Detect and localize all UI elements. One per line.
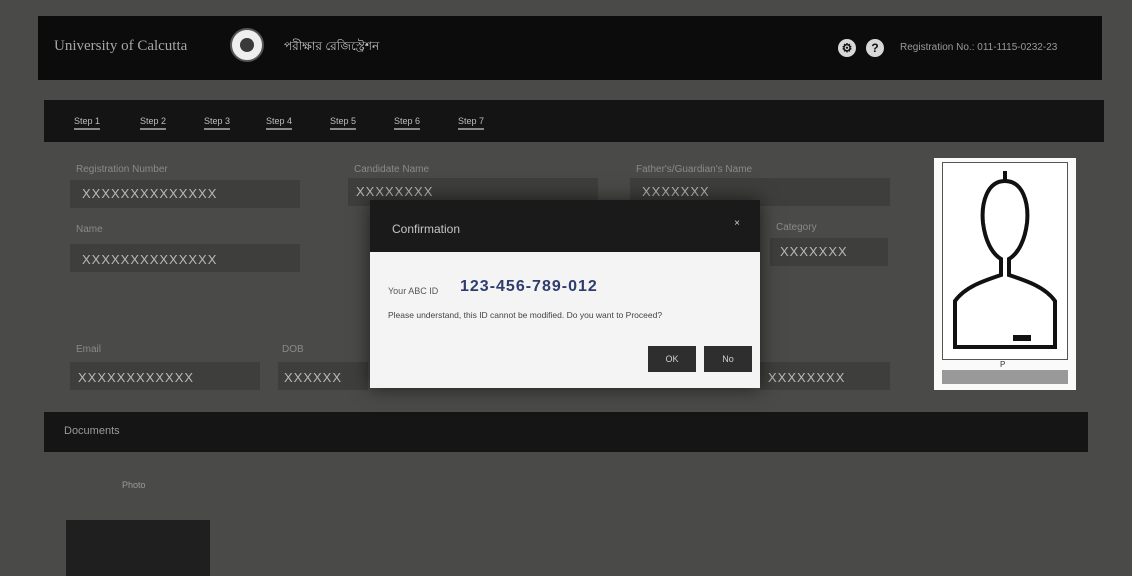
step-item[interactable]: Step 1 [74, 116, 101, 130]
no-button[interactable]: No [704, 346, 752, 372]
name-label: Name [76, 224, 103, 235]
candidate-label: Candidate Name [354, 164, 430, 175]
ok-button[interactable]: OK [648, 346, 696, 372]
email-value: XXXXXXXXXXXX [78, 370, 195, 385]
category-value: XXXXXXX [780, 244, 848, 259]
registration-label: Registration Number [76, 164, 168, 175]
step-item[interactable]: Step 2 [140, 116, 167, 130]
help-icon[interactable]: ? [866, 39, 884, 57]
modal-title: Confirmation [392, 222, 461, 236]
abc-id-value: 123-456-789-012 [460, 278, 598, 295]
photo-card: P [934, 158, 1076, 390]
step-item[interactable]: Step 3 [204, 116, 231, 130]
step-item[interactable]: Step 7 [458, 116, 485, 130]
university-name: University of Calcutta [54, 38, 188, 54]
email-label: Email [76, 344, 102, 355]
document-thumbnail[interactable] [66, 520, 210, 576]
modal-body: Your ABC ID 123-456-789-012 Please under… [370, 252, 760, 388]
photo-upload-button[interactable] [942, 370, 1068, 384]
category-label: Category [776, 222, 817, 233]
step-item[interactable]: Step 4 [266, 116, 293, 130]
top-navbar: University of Calcutta পরীক্ষার রেজিস্ট্… [38, 16, 1102, 80]
exam-title: পরীক্ষার রেজিস্ট্রেশন [284, 39, 380, 53]
photo-label: P [1000, 360, 1006, 369]
person-silhouette-icon [953, 171, 1057, 349]
step-item[interactable]: Step 6 [394, 116, 421, 130]
warning-text: Please understand, this ID cannot be mod… [388, 310, 663, 320]
close-icon[interactable]: × [734, 218, 740, 229]
guardian-label: Father's/Guardian's Name [636, 164, 753, 175]
modal-header: Confirmation × [370, 200, 760, 252]
guardian-value: XXXXXXX [642, 184, 710, 199]
documents-title: Documents [64, 425, 120, 437]
extra-value: XXXXXXXX [768, 370, 846, 385]
registration-value: XXXXXXXXXXXXXX [82, 186, 218, 201]
photo-placeholder [942, 162, 1068, 360]
step-bar: Step 1 Step 2 Step 3 Step 4 Step 5 Step … [44, 100, 1104, 142]
confirmation-modal: Confirmation × Your ABC ID 123-456-789-0… [370, 200, 760, 388]
document-item-label: Photo [122, 480, 146, 490]
candidate-value: XXXXXXXX [356, 184, 434, 199]
gear-icon[interactable]: ⚙ [838, 39, 856, 57]
documents-header: Documents [44, 412, 1088, 452]
dob-value: XXXXXX [284, 370, 343, 385]
dob-label: DOB [282, 344, 304, 355]
abc-id-label: Your ABC ID [388, 286, 439, 296]
step-item[interactable]: Step 5 [330, 116, 357, 130]
university-logo [230, 28, 264, 62]
name-value: XXXXXXXXXXXXXX [82, 252, 218, 267]
registration-number: Registration No.: 011-1115-0232-23 [900, 42, 1058, 53]
